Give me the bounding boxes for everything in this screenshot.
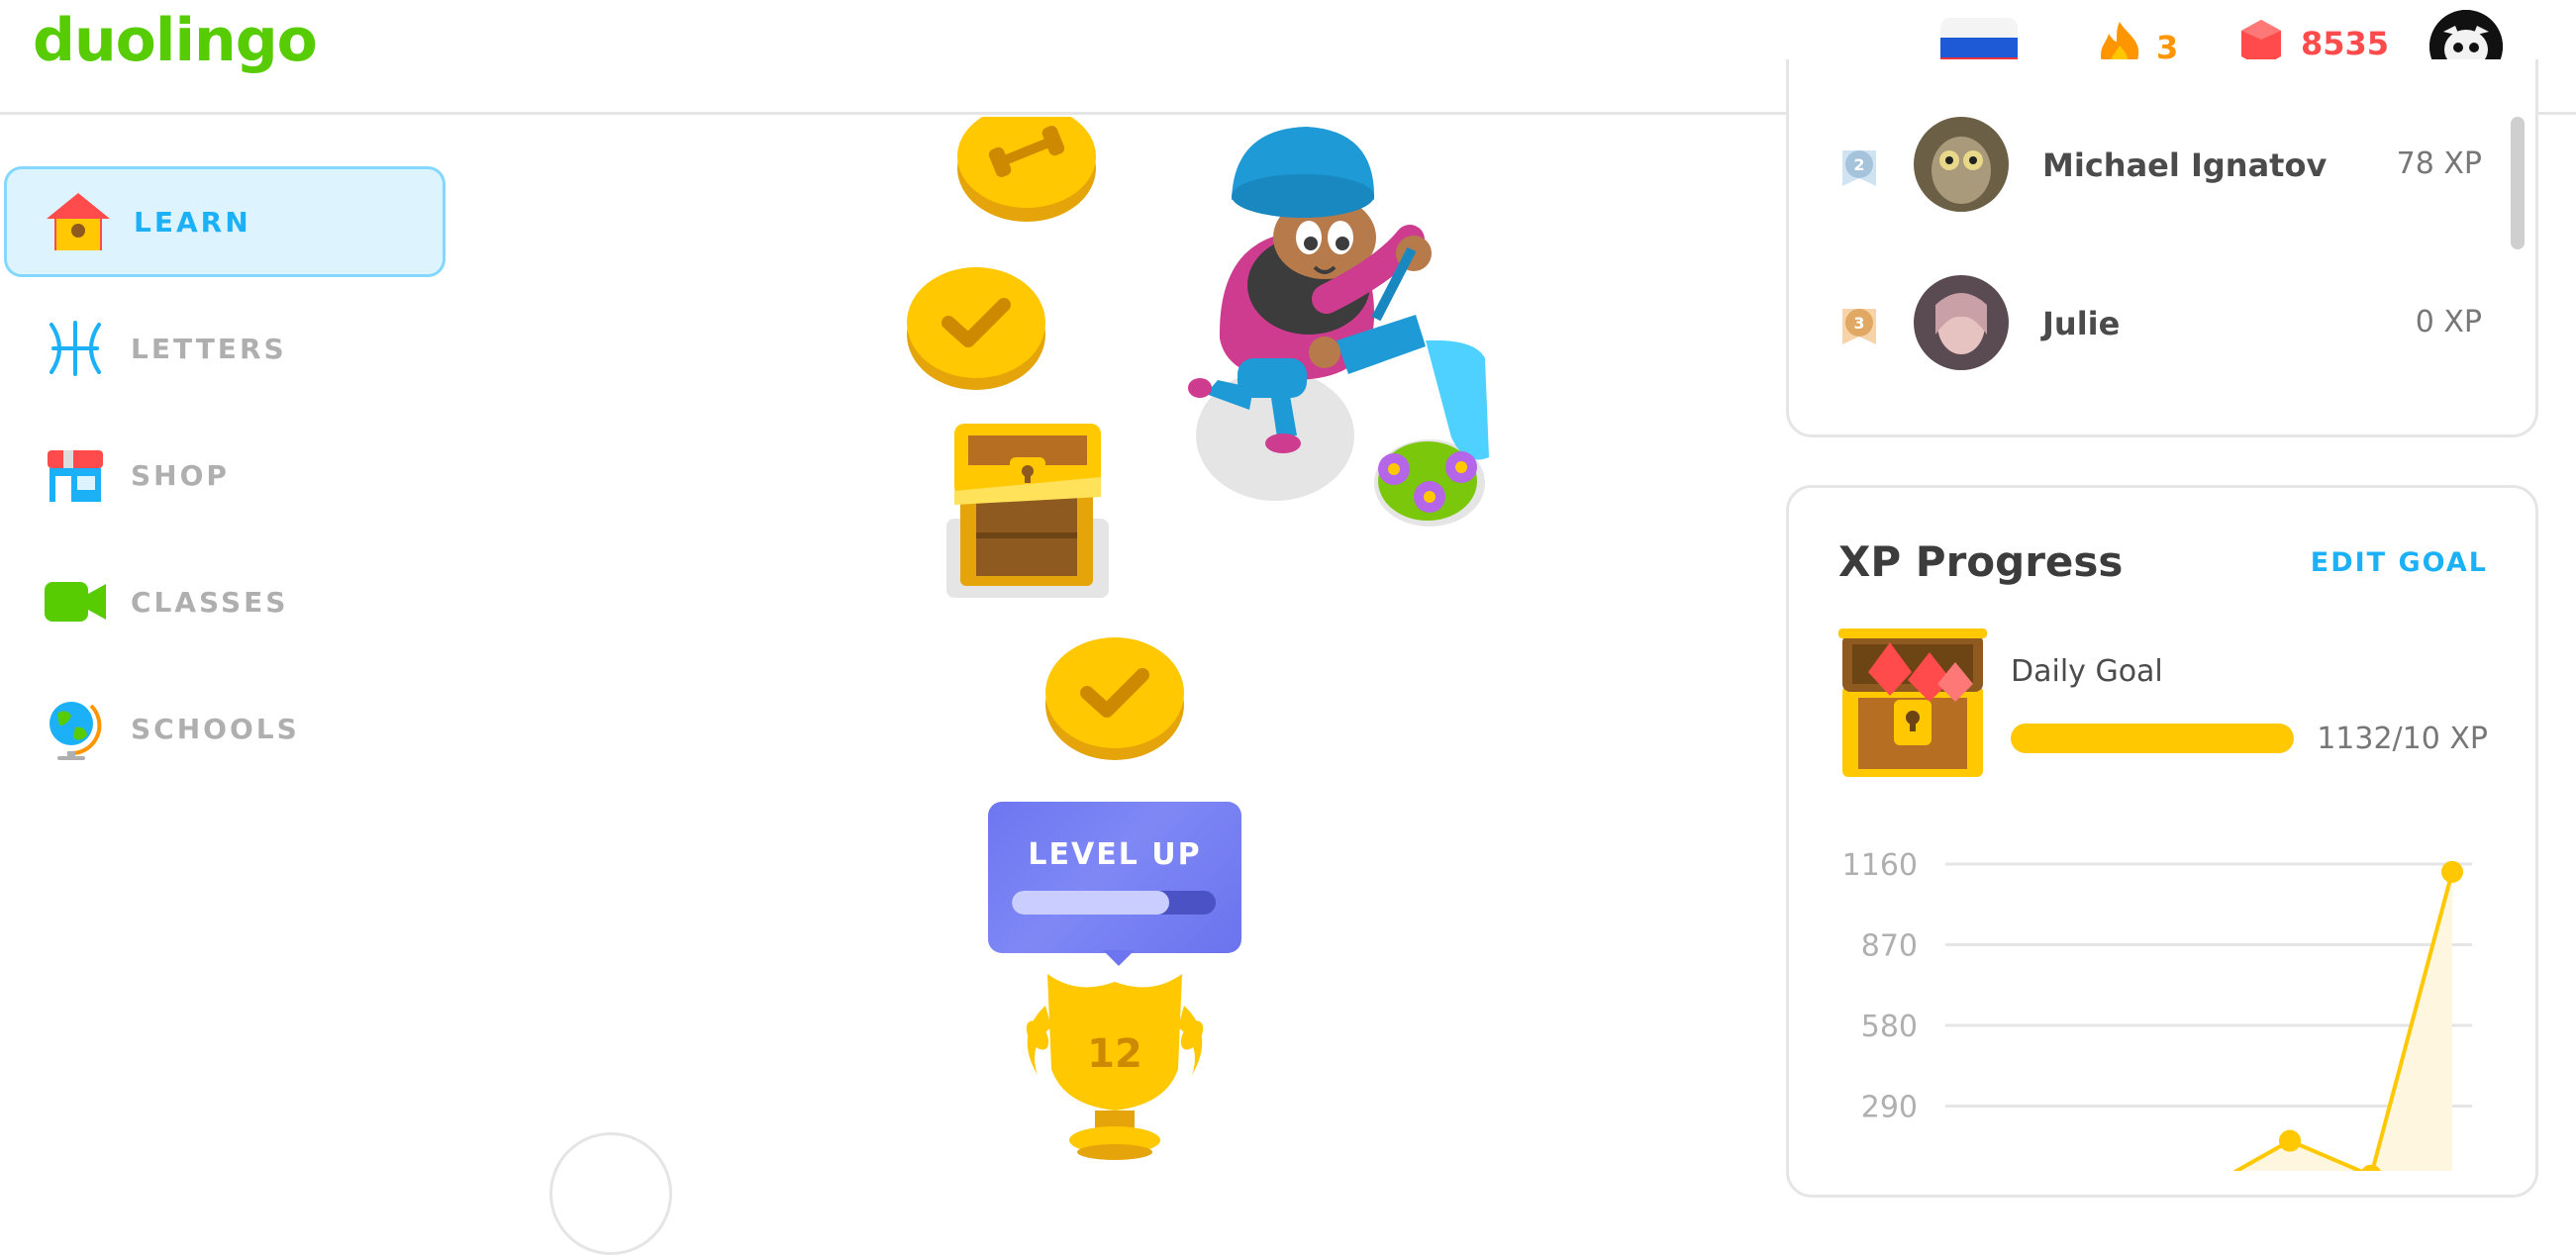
trophy-level: 12 — [1087, 1031, 1142, 1077]
sidebar-item-classes[interactable]: CLASSES — [4, 546, 446, 657]
leaderboard-row[interactable]: 3 Julie 0 XP — [1838, 275, 2482, 374]
level-up-progress-bar — [1012, 891, 1216, 915]
series-area — [2236, 871, 2452, 1171]
y-tick-label: 870 — [1861, 929, 1918, 964]
rank-number: 2 — [1853, 155, 1864, 174]
leaderboard-xp: 78 XP — [2396, 146, 2482, 181]
sidebar-item-label: CLASSES — [131, 585, 289, 619]
sidebar-item-label: LEARN — [134, 205, 251, 239]
daily-goal-value: 1132/10 XP — [2317, 722, 2488, 756]
rank-number: 3 — [1853, 314, 1864, 333]
data-point — [2441, 860, 2463, 883]
avatar[interactable] — [1914, 275, 2009, 370]
leaderboard-name[interactable]: Michael Ignatov — [2042, 146, 2327, 184]
sidebar-item-label: LETTERS — [131, 332, 287, 365]
duolingo-logo[interactable]: duolingo — [33, 6, 318, 75]
globe-icon — [40, 693, 111, 764]
level-up-progress-fill — [1012, 891, 1169, 915]
daily-goal-progress-fill — [2011, 724, 2294, 753]
cyrillic-zhe-icon — [40, 313, 111, 384]
xp-chart: 11608705802900 — [1842, 848, 2472, 1171]
level-up-label: LEVEL UP — [1028, 837, 1202, 872]
xp-progress-card: XP Progress EDIT GOAL Daily Goal 1132/10… — [1786, 485, 2538, 1198]
tooltip-arrow — [1103, 950, 1135, 966]
scrollbar[interactable] — [2511, 117, 2525, 249]
trophy-node[interactable]: 12 — [1008, 966, 1222, 1160]
data-point — [2279, 1129, 2301, 1152]
leaderboard-card: 2 Michael Ignatov 78 XP 3 Julie 0 XP — [1786, 59, 2538, 437]
treasure-chest-icon — [954, 424, 1101, 586]
sidebar-item-label: SCHOOLS — [131, 712, 300, 745]
practice-node[interactable] — [956, 117, 1097, 224]
completed-node[interactable] — [1043, 633, 1186, 762]
video-camera-icon — [40, 566, 111, 637]
daily-goal-progress-bar — [2011, 724, 2294, 753]
completed-node[interactable] — [905, 263, 1047, 392]
y-tick-label: 290 — [1861, 1091, 1918, 1125]
sidebar-item-learn[interactable]: LEARN — [4, 166, 446, 277]
level-up-tooltip: LEVEL UP — [988, 802, 1241, 953]
leaderboard-name[interactable]: Julie — [2042, 305, 2120, 342]
silver-medal-icon: 2 — [1842, 150, 1876, 186]
daily-goal-label: Daily Goal — [2011, 654, 2163, 689]
scroll-button[interactable] — [549, 1132, 672, 1255]
sidebar-item-label: SHOP — [131, 458, 230, 492]
sidebar-item-letters[interactable]: LETTERS — [4, 293, 446, 404]
treasure-chest-node[interactable] — [946, 416, 1109, 598]
gem-count: 8535 — [2301, 25, 2390, 62]
house-icon — [43, 186, 114, 257]
y-tick-label: 580 — [1861, 1010, 1918, 1044]
shop-icon — [40, 439, 111, 511]
leaderboard-row[interactable]: 2 Michael Ignatov 78 XP — [1838, 117, 2482, 216]
y-tick-label: 1160 — [1842, 848, 1918, 883]
series-line — [2232, 871, 2454, 1171]
bronze-medal-icon: 3 — [1842, 309, 1876, 344]
xp-progress-title: XP Progress — [1838, 537, 2124, 586]
sidebar-item-schools[interactable]: SCHOOLS — [4, 673, 446, 784]
character-watering-flowers — [1188, 127, 1489, 527]
leaderboard-xp: 0 XP — [2415, 305, 2482, 339]
gem-chest-icon — [1838, 628, 1987, 777]
avatar[interactable] — [1914, 117, 2009, 212]
sidebar-item-shop[interactable]: SHOP — [4, 420, 446, 531]
data-point — [2361, 1164, 2381, 1171]
edit-goal-button[interactable]: EDIT GOAL — [2311, 547, 2488, 578]
